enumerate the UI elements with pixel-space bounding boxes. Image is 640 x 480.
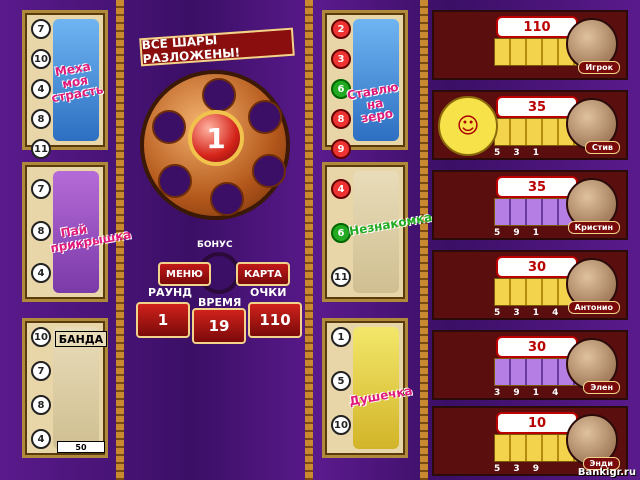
player-name: Элен <box>583 381 620 394</box>
number-ball: 4 <box>31 429 51 449</box>
player-mini: 5 3 1 <box>494 148 545 158</box>
right-card-3[interactable]: 1 5 10 Душечка <box>322 318 413 458</box>
number-ball: 10 <box>31 49 51 69</box>
number-ball: 9 <box>331 139 351 159</box>
time-value: 19 <box>192 308 246 344</box>
player-name: Игрок <box>578 61 620 74</box>
card-title: БАНДА <box>55 331 107 347</box>
player-score: 30 <box>496 336 578 358</box>
current-ball: 1 <box>188 110 244 166</box>
number-ball: 3 <box>331 49 351 69</box>
score-value: 110 <box>248 302 302 338</box>
decor-stripe <box>305 0 313 480</box>
left-card-1[interactable]: 7 10 4 8 11 Меха моя страсть <box>22 10 108 159</box>
player-name: Антонио <box>567 301 620 314</box>
player-row: 30 3 9 1 4 Элен <box>432 330 628 400</box>
number-ball: 10 <box>31 327 51 347</box>
number-ball: 7 <box>31 361 51 381</box>
menu-button[interactable]: МЕНЮ <box>158 262 211 286</box>
decor-stripe <box>420 0 428 480</box>
number-ball: 1 <box>331 327 351 347</box>
wheel-hole <box>152 110 186 144</box>
player-row: 110 Игрок <box>432 10 628 80</box>
watermark: Bankigr.ru <box>577 467 636 478</box>
number-ball: 11 <box>331 267 351 287</box>
player-score: 35 <box>496 176 578 198</box>
number-ball: 11 <box>31 139 51 159</box>
status-banner: ВСЕ ШАРЫ РАЗЛОЖЕНЫ! <box>139 27 295 67</box>
score-label: ОЧКИ <box>250 286 287 299</box>
player-mini: 5 9 1 <box>494 228 545 238</box>
player-name: Кристин <box>567 221 620 234</box>
player-score: 30 <box>496 256 578 278</box>
wheel-hole <box>202 78 236 112</box>
player-row: 35 5 9 1 Кристин <box>432 170 628 240</box>
round-label: РАУНД <box>148 286 193 299</box>
player-score: 35 <box>496 96 578 118</box>
player-mini: 5 3 1 4 <box>494 308 564 318</box>
number-ball: 8 <box>31 109 51 129</box>
player-row: 30 5 3 1 4 Антонио <box>432 250 628 320</box>
player-row: 10 5 3 9 Энди <box>432 406 628 476</box>
right-card-2[interactable]: 4 6 11 Незнакомка <box>322 162 433 302</box>
number-ball: 2 <box>331 19 351 39</box>
smiley-icon: ☺ <box>438 96 498 156</box>
card-value: 50 <box>57 441 105 453</box>
player-mini: 3 9 1 4 <box>494 388 564 398</box>
wheel-hole <box>158 164 192 198</box>
number-ball: 8 <box>31 395 51 415</box>
card-numbers: 10 7 8 4 <box>31 327 51 449</box>
number-ball: 7 <box>31 19 51 39</box>
number-ball: 4 <box>331 179 351 199</box>
player-score: 10 <box>496 412 578 434</box>
number-ball: 10 <box>331 415 351 435</box>
player-mini: 5 3 9 <box>494 464 545 474</box>
round-value: 1 <box>136 302 190 338</box>
number-ball: 4 <box>31 263 51 283</box>
left-card-2[interactable]: 7 8 4 Пай прикрышка <box>22 162 132 302</box>
number-ball: 5 <box>331 371 351 391</box>
wheel-hole <box>248 100 282 134</box>
number-ball: 8 <box>331 109 351 129</box>
wheel-hole <box>210 182 244 216</box>
right-card-1[interactable]: 2 3 6 8 9 Ставлю на зеро <box>322 10 408 159</box>
wheel-hole <box>252 154 286 188</box>
bonus-label: БОНУС <box>197 240 233 250</box>
map-button[interactable]: КАРТА <box>236 262 290 286</box>
left-card-3[interactable]: БАНДА 10 7 8 4 50 <box>22 318 108 458</box>
player-score: 110 <box>496 16 578 38</box>
card-numbers: 1 5 10 <box>331 327 351 435</box>
number-ball: 7 <box>31 179 51 199</box>
player-name: Стив <box>584 141 620 154</box>
card-numbers: 7 10 4 8 11 <box>31 19 51 159</box>
card-numbers: 4 6 11 <box>331 179 351 287</box>
